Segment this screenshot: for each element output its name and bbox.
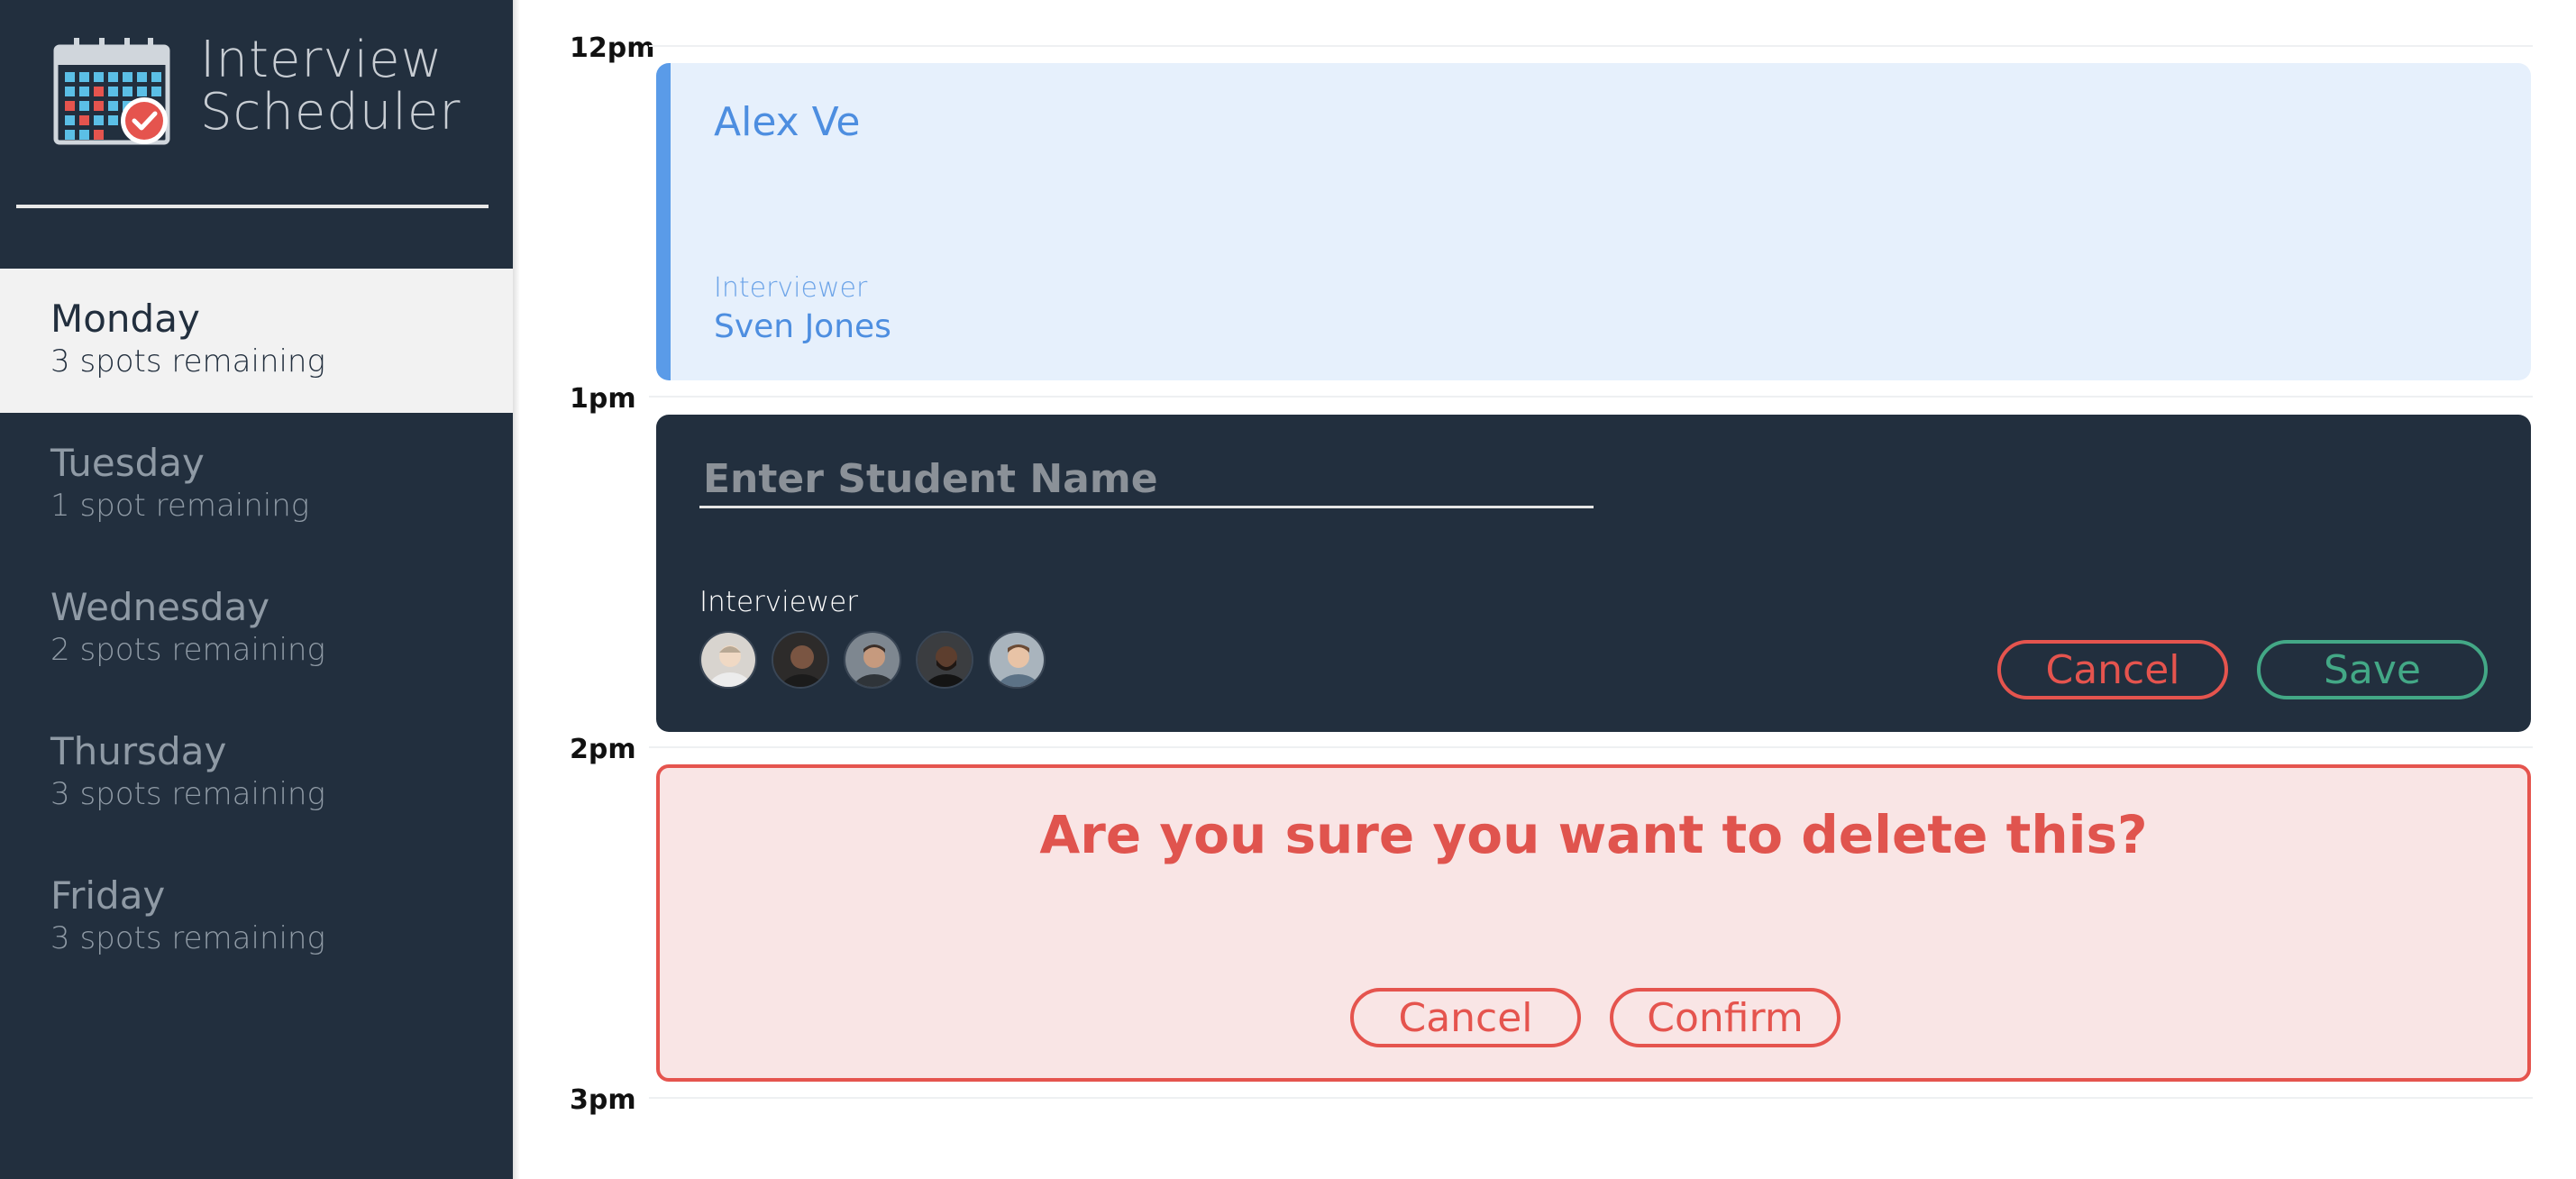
hour-divider	[649, 45, 2533, 47]
interviewer-avatar-3[interactable]	[844, 631, 901, 689]
app-title-line2: Scheduler	[200, 83, 461, 142]
calendar-check-icon	[52, 34, 175, 150]
confirm-button[interactable]: Confirm	[1610, 988, 1841, 1047]
confirm-message: Are you sure you want to delete this?	[1039, 804, 2148, 865]
hour-divider	[649, 1097, 2533, 1099]
day-item-thursday[interactable]: Thursday 3 spots remaining	[0, 701, 513, 845]
day-spots: 3 spots remaining	[50, 920, 325, 956]
time-label-1pm: 1pm	[570, 383, 636, 415]
day-spots: 3 spots remaining	[50, 776, 325, 812]
hour-divider	[649, 396, 2533, 398]
student-name: Alex Ve	[714, 99, 861, 145]
day-name: Tuesday	[50, 441, 205, 485]
interviewer-label: Interviewer	[714, 272, 868, 304]
hour-divider	[649, 746, 2533, 748]
day-item-friday[interactable]: Friday 3 spots remaining	[0, 845, 513, 990]
sidebar-shadow	[513, 0, 520, 1179]
day-item-monday[interactable]: Monday 3 spots remaining	[0, 269, 513, 413]
delete-confirmation: Are you sure you want to delete this? Ca…	[656, 764, 2531, 1082]
save-button[interactable]: Save	[2257, 640, 2488, 699]
time-label-2pm: 2pm	[570, 734, 636, 765]
time-label-3pm: 3pm	[570, 1084, 636, 1116]
sidebar: Interview Scheduler Monday 3 spots remai…	[0, 0, 513, 1179]
day-item-wednesday[interactable]: Wednesday 2 spots remaining	[0, 557, 513, 701]
confirm-cancel-button[interactable]: Cancel	[1350, 988, 1581, 1047]
day-name: Thursday	[50, 729, 227, 773]
student-name-input[interactable]	[699, 452, 1594, 508]
time-label-12pm: 12pm	[570, 32, 655, 64]
day-list: Monday 3 spots remaining Tuesday 1 spot …	[0, 269, 513, 990]
interviewer-avatar-1[interactable]	[699, 631, 757, 689]
day-item-tuesday[interactable]: Tuesday 1 spot remaining	[0, 413, 513, 557]
interviewer-avatar-5[interactable]	[988, 631, 1046, 689]
day-spots: 2 spots remaining	[50, 632, 325, 668]
interviewer-label: Interviewer	[699, 586, 858, 618]
interviewer-name: Sven Jones	[714, 308, 891, 345]
day-name: Friday	[50, 873, 166, 918]
day-name: Wednesday	[50, 585, 270, 629]
day-spots: 3 spots remaining	[50, 343, 325, 379]
appointment-form: Interviewer Cancel Save	[656, 415, 2531, 732]
appointment-card[interactable]: Alex Ve Interviewer Sven Jones	[656, 63, 2531, 380]
app-title: Interview Scheduler	[200, 34, 461, 139]
interviewer-avatar-4[interactable]	[916, 631, 973, 689]
interviewer-avatar-2[interactable]	[772, 631, 829, 689]
cancel-button[interactable]: Cancel	[1997, 640, 2228, 699]
app-title-line1: Interview	[200, 31, 443, 89]
day-spots: 1 spot remaining	[50, 488, 310, 524]
sidebar-divider	[16, 205, 489, 208]
day-name: Monday	[50, 297, 200, 341]
